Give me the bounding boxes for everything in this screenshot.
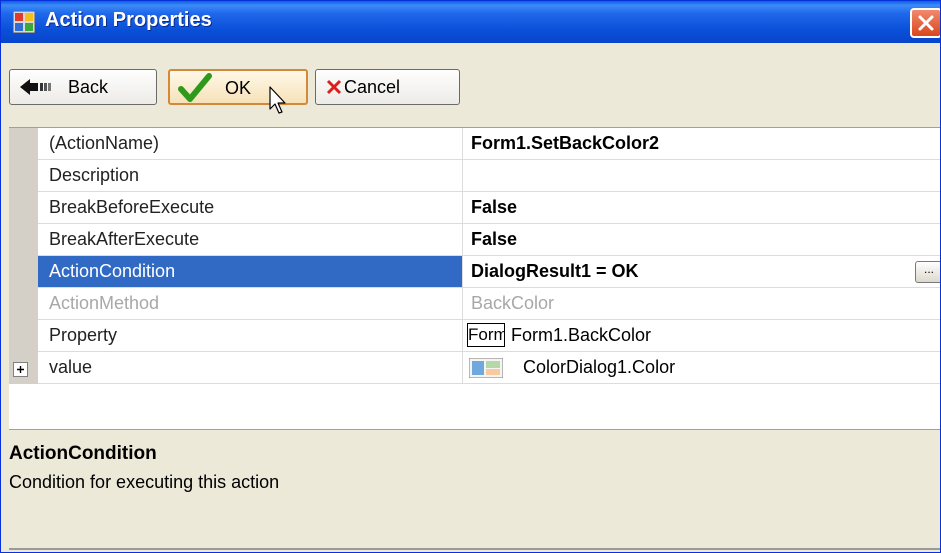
ellipsis-button[interactable]: ...: [915, 261, 940, 283]
help-description: Condition for executing this action: [9, 472, 280, 492]
help-title: ActionCondition: [9, 443, 157, 464]
grid-left-margin: [9, 128, 38, 384]
property-name: (ActionName): [49, 133, 160, 153]
back-arrow-icon: [20, 79, 51, 95]
property-name: ActionCondition: [49, 261, 176, 281]
expand-plus-icon: [17, 366, 24, 373]
app-icon: [13, 11, 35, 33]
cancel-button[interactable]: Cancel: [315, 69, 460, 105]
property-row-property[interactable]: Property Form1 Form1.BackColor: [38, 320, 940, 352]
property-grid[interactable]: (ActionName) Form1.SetBackColor2 Descrip…: [9, 127, 940, 430]
property-name: Description: [49, 165, 140, 185]
property-row-actioncondition[interactable]: ActionCondition DialogResult1 = OK ...: [38, 256, 940, 288]
color-dialog-icon: [469, 358, 503, 378]
back-label: Back: [68, 77, 109, 97]
property-value: BackColor: [471, 293, 555, 313]
property-value[interactable]: DialogResult1 = OK: [471, 261, 639, 282]
action-properties-window: Action Properties Back OK Cancel (Action…: [0, 0, 941, 553]
close-icon: [918, 15, 934, 31]
property-value[interactable]: False: [471, 229, 517, 250]
property-name: Property: [49, 325, 118, 345]
property-row-breakafterexecute[interactable]: BreakAfterExecute False: [38, 224, 940, 256]
property-row-description[interactable]: Description: [38, 160, 940, 192]
property-row-value[interactable]: value ColorDialog1.Color: [38, 352, 940, 384]
ok-checkmark-icon: [178, 73, 212, 102]
window-title: Action Properties: [45, 9, 212, 31]
back-button[interactable]: Back: [9, 69, 157, 105]
form-icon-box: Form1: [467, 323, 505, 347]
property-value[interactable]: Form1.BackColor: [511, 325, 651, 346]
property-name: ActionMethod: [49, 293, 160, 313]
property-name: value: [49, 357, 93, 377]
property-name: BreakAfterExecute: [49, 229, 200, 249]
close-button[interactable]: [910, 8, 940, 38]
property-row-actionname[interactable]: (ActionName) Form1.SetBackColor2: [38, 128, 940, 160]
cancel-label: Cancel: [344, 77, 401, 97]
property-value[interactable]: Form1.SetBackColor2: [471, 133, 659, 154]
property-value[interactable]: ColorDialog1.Color: [523, 357, 675, 378]
property-value[interactable]: False: [471, 197, 517, 218]
property-row-breakbeforeexecute[interactable]: BreakBeforeExecute False: [38, 192, 940, 224]
expand-button[interactable]: [13, 362, 28, 377]
cancel-x-icon: [326, 79, 342, 95]
title-bar[interactable]: Action Properties: [1, 1, 940, 43]
panel-divider: [9, 548, 940, 550]
toolbar: Back OK Cancel: [9, 43, 940, 109]
ok-label: OK: [225, 78, 252, 98]
ellipsis-icon: ...: [923, 262, 934, 276]
property-row-actionmethod[interactable]: ActionMethod BackColor: [38, 288, 940, 320]
mouse-cursor-icon: [269, 86, 286, 114]
description-panel: ActionCondition Condition for executing …: [9, 429, 940, 552]
property-name: BreakBeforeExecute: [49, 197, 215, 217]
